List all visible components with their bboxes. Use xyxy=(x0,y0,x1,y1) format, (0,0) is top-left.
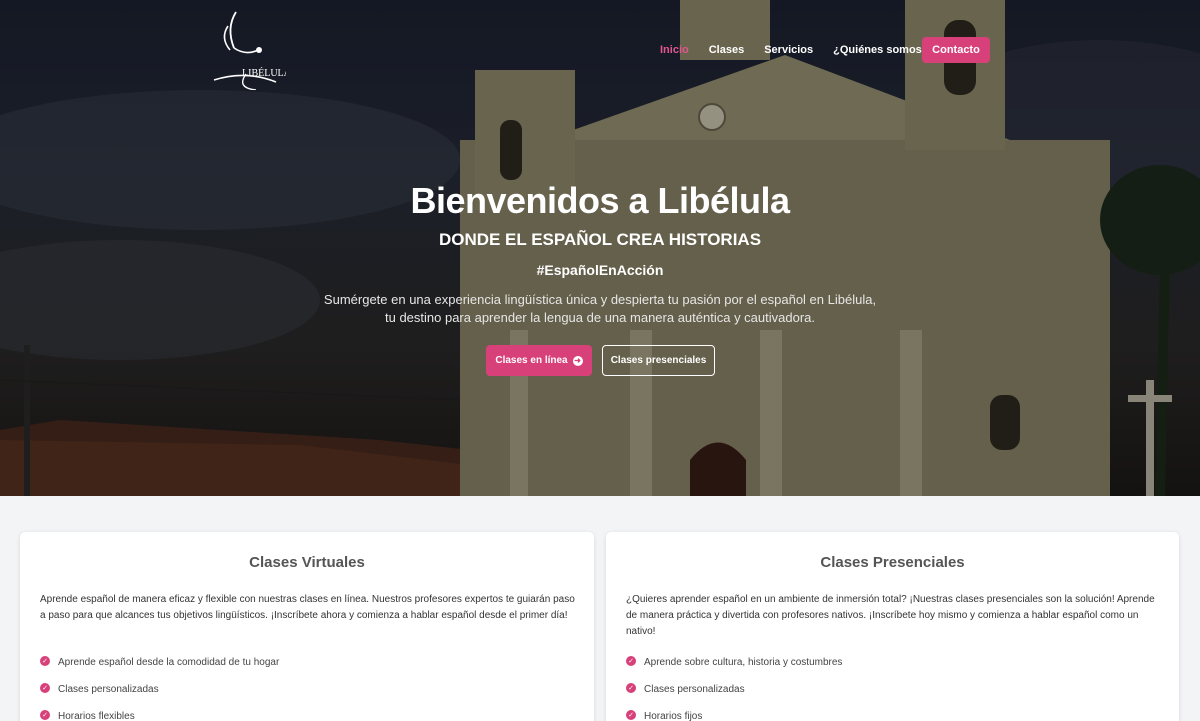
list-item-label: Clases personalizadas xyxy=(58,684,159,695)
nav-item-quienes-somos[interactable]: ¿Quiénes somos? xyxy=(833,44,928,56)
logo-text: LIBÉLULA xyxy=(242,67,286,79)
list-item: ✓ Horarios fijos xyxy=(626,703,842,721)
list-item: ✓ Aprende español desde la comodidad de t… xyxy=(40,649,279,676)
nav-item-inicio[interactable]: Inicio xyxy=(660,44,689,56)
in-person-classes-card: Clases Presenciales ¿Quieres aprender es… xyxy=(606,532,1179,721)
hero-section: LIBÉLULA Inicio Clases Servicios ¿Quiéne… xyxy=(0,0,1200,496)
check-circle-icon: ✓ xyxy=(626,682,636,693)
check-circle-icon: ✓ xyxy=(626,655,636,666)
main-nav: Inicio Clases Servicios ¿Quiénes somos? xyxy=(660,37,949,63)
card-title: Clases Presenciales xyxy=(820,554,965,571)
card-title: Clases Virtuales xyxy=(249,554,365,571)
list-item: ✓ Horarios flexibles xyxy=(40,703,279,721)
check-circle-icon: ✓ xyxy=(40,682,50,693)
list-item: ✓ Aprende sobre cultura, historia y costu… xyxy=(626,649,842,676)
online-classes-label: Clases en línea xyxy=(495,355,568,366)
feature-list: ✓ Aprende sobre cultura, historia y costu… xyxy=(626,649,842,721)
card-description: ¿Quieres aprender español en un ambiente… xyxy=(626,594,1155,637)
check-circle-icon: ✓ xyxy=(626,709,636,720)
in-person-classes-button[interactable]: Clases presenciales xyxy=(602,345,715,376)
list-item-label: Horarios flexibles xyxy=(58,711,135,721)
list-item: ✓ Clases personalizadas xyxy=(626,676,842,703)
hero-description: Sumérgete en una experiencia lingüística… xyxy=(323,292,877,325)
check-circle-icon: ✓ xyxy=(40,655,50,666)
hero-subtitle: DONDE EL ESPAÑOL CREA HISTORIAS xyxy=(438,230,762,249)
hero-hashtag: #EspañolEnAcción xyxy=(536,262,664,278)
list-item-label: Clases personalizadas xyxy=(644,684,745,695)
card-description: Aprende español de manera eficaz y flexi… xyxy=(40,594,575,621)
feature-list: ✓ Aprende español desde la comodidad de t… xyxy=(40,649,279,721)
list-item-label: Aprende sobre cultura, historia y costum… xyxy=(644,657,843,668)
contact-button[interactable]: Contacto xyxy=(922,37,990,63)
libelula-logo[interactable]: LIBÉLULA xyxy=(206,8,292,91)
nav-item-clases[interactable]: Clases xyxy=(709,44,744,56)
list-item-label: Aprende español desde la comodidad de tu… xyxy=(58,657,280,668)
list-item: ✓ Clases personalizadas xyxy=(40,676,279,703)
dragonfly-icon: LIBÉLULA xyxy=(213,11,292,91)
list-item-label: Horarios fijos xyxy=(644,711,703,721)
arrow-right-circle-icon: ➜ xyxy=(572,355,583,366)
virtual-classes-card: Clases Virtuales Aprende español de mane… xyxy=(20,532,594,721)
online-classes-button[interactable]: Clases en línea ➜ xyxy=(486,345,592,376)
hero-title: Bienvenidos a Libélula xyxy=(410,180,790,221)
nav-item-servicios[interactable]: Servicios xyxy=(764,44,813,56)
check-circle-icon: ✓ xyxy=(40,709,50,720)
